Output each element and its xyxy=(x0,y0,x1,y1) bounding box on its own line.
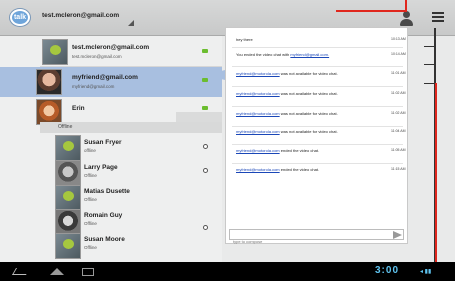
add-friend-icon[interactable] xyxy=(400,11,414,27)
chat-message: myfriend@motorola.com ended the video ch… xyxy=(236,148,406,153)
avatar xyxy=(36,69,62,95)
callout-tick xyxy=(424,83,434,84)
contact-name: myfriend@gmail.com xyxy=(72,74,138,81)
contact-name: Larry Page xyxy=(84,164,118,171)
contact-link[interactable]: myfriend@motorola.com xyxy=(236,148,280,153)
back-icon[interactable] xyxy=(11,268,31,275)
message-text: was not available for video chat. xyxy=(280,71,338,76)
contact-row-susan-fryer[interactable]: Susan Fryer offline xyxy=(0,134,222,161)
send-icon[interactable] xyxy=(393,231,402,239)
divider xyxy=(232,144,403,145)
chat-message: myfriend@motorola.com was not available … xyxy=(236,111,406,116)
message-time: 11:15 AM xyxy=(391,167,406,171)
contact-status: Offline xyxy=(84,221,97,226)
avatar xyxy=(42,39,68,65)
home-icon[interactable] xyxy=(50,268,64,275)
contact-name: Susan Moore xyxy=(84,236,125,243)
avatar xyxy=(55,160,81,186)
avatar xyxy=(55,233,81,259)
signal-icon: ◂ ▮▮ xyxy=(420,269,432,275)
chat-message: myfriend@motorola.com was not available … xyxy=(236,71,406,76)
message-text: ended the video chat. xyxy=(280,167,320,172)
callout-lines xyxy=(416,28,440,281)
contact-name: test.mcleron@gmail.com xyxy=(72,44,150,51)
compose-input[interactable] xyxy=(230,237,380,246)
contact-list: test.mcleron@gmail.com test.mcleron@gmai… xyxy=(0,36,222,262)
contact-status: Offline xyxy=(84,197,97,202)
message-time: 11:02 AM xyxy=(391,111,406,115)
divider xyxy=(176,112,222,122)
message-text: was not available for video chat. xyxy=(280,91,338,96)
chat-message: hey there 10:13 AM xyxy=(236,37,406,42)
divider xyxy=(232,106,403,107)
contact-row-romain-guy[interactable]: Romain Guy Offline xyxy=(0,208,222,235)
message-time: 11:04 AM xyxy=(391,129,406,133)
message-text: was not available for video chat. xyxy=(280,111,338,116)
message-time: 11:01 AM xyxy=(391,71,406,75)
system-bar: 3:00 ◂ ▮▮ xyxy=(0,262,455,281)
selection-pointer xyxy=(205,70,225,80)
contact-status: Offline xyxy=(84,245,97,250)
callout-line xyxy=(336,0,407,12)
contact-name: Matias Dusette xyxy=(84,188,130,195)
offline-section-header: Offline xyxy=(40,122,222,133)
chat-panel: hey there 10:13 AM You ended the video c… xyxy=(225,27,408,246)
online-status-icon xyxy=(202,49,208,53)
chat-message: myfriend@motorola.com ended the video ch… xyxy=(236,167,406,172)
contact-link[interactable]: myfriend@gmail.com. xyxy=(290,52,329,57)
contact-row-susan-moore[interactable]: Susan Moore Offline xyxy=(0,232,222,259)
contact-link[interactable]: myfriend@motorola.com xyxy=(236,167,280,172)
message-time: 11:02 AM xyxy=(391,91,406,95)
message-text: You ended the video chat with xyxy=(236,52,290,57)
chat-message: myfriend@motorola.com was not available … xyxy=(236,91,406,96)
clock[interactable]: 3:00 xyxy=(375,265,399,276)
divider xyxy=(232,47,403,48)
contact-status: myfriend@gmail.com xyxy=(72,84,115,89)
chat-message: You ended the video chat with myfriend@g… xyxy=(236,52,406,57)
message-time: 10:13 AM xyxy=(391,37,406,41)
callout-line xyxy=(435,83,437,281)
contact-link[interactable]: myfriend@motorola.com xyxy=(236,111,280,116)
contact-row-matias-dusette[interactable]: Matias Dusette Offline xyxy=(0,184,222,211)
contact-name: Susan Fryer xyxy=(84,139,122,146)
avatar xyxy=(55,135,81,161)
contact-status: Offline xyxy=(84,173,97,178)
online-status-icon xyxy=(202,106,208,110)
divider xyxy=(232,86,403,87)
account-email[interactable]: test.mcleron@gmail.com xyxy=(42,12,119,19)
contact-row-larry-page[interactable]: Larry Page Offline xyxy=(0,159,222,186)
offline-status-icon xyxy=(203,225,208,230)
talk-app-screen: talk test.mcleron@gmail.com test.mcleron… xyxy=(0,0,455,262)
message-text: hey there xyxy=(236,37,253,42)
menu-icon[interactable] xyxy=(432,12,444,24)
contact-row-myfriend[interactable]: myfriend@gmail.com myfriend@gmail.com xyxy=(0,67,222,97)
divider xyxy=(232,126,403,127)
offline-status-icon xyxy=(203,144,208,149)
callout-tick xyxy=(424,46,434,47)
message-text: ended the video chat. xyxy=(280,148,320,153)
talk-logo-icon[interactable]: talk xyxy=(10,9,30,26)
contact-name: Romain Guy xyxy=(84,212,123,219)
offline-status-icon xyxy=(203,168,208,173)
callout-tick xyxy=(424,64,434,65)
contact-status: test.mcleron@gmail.com xyxy=(72,54,122,59)
message-time: 10:14 AM xyxy=(391,52,406,56)
contact-link[interactable]: myfriend@motorola.com xyxy=(236,129,280,134)
contact-link[interactable]: myfriend@motorola.com xyxy=(236,91,280,96)
compose-box xyxy=(229,229,404,246)
chat-message: myfriend@motorola.com was not available … xyxy=(236,129,406,134)
message-text: was not available for video chat. xyxy=(280,129,338,134)
contact-link[interactable]: myfriend@motorola.com xyxy=(236,71,280,76)
account-dropdown-icon[interactable] xyxy=(128,20,134,26)
message-time: 11:05 AM xyxy=(391,148,406,152)
contact-status: offline xyxy=(84,148,96,153)
recent-apps-icon[interactable] xyxy=(82,268,94,276)
contact-name: Erin xyxy=(72,105,85,112)
divider xyxy=(232,66,403,67)
contact-row-self[interactable]: test.mcleron@gmail.com test.mcleron@gmai… xyxy=(0,36,222,68)
divider xyxy=(232,163,403,164)
